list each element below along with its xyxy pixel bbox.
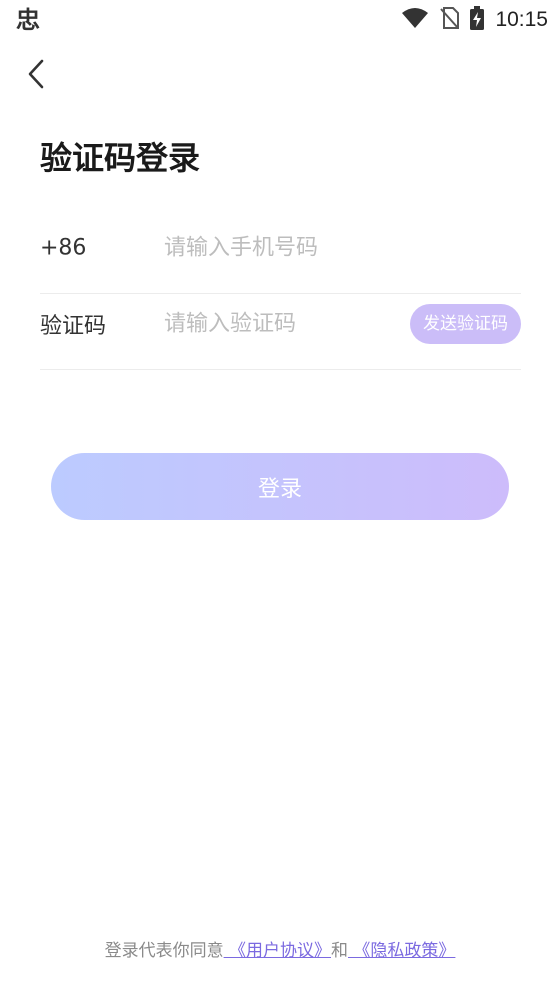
code-label: 验证码 <box>40 313 107 339</box>
chevron-left-icon <box>27 59 45 93</box>
wifi-icon <box>401 7 429 33</box>
login-button[interactable]: 登录 <box>51 453 509 520</box>
phone-input[interactable] <box>164 235 394 260</box>
status-time: 10:15 <box>495 8 548 31</box>
app-notification-icon: 忠 <box>16 6 40 34</box>
agreement-prefix: 登录代表你同意 <box>104 941 224 961</box>
agreement-text: 登录代表你同意 《用户协议》和 《隐私政策》 <box>0 938 560 964</box>
code-row: 验证码 发送验证码 <box>40 278 521 370</box>
status-bar: 忠 10:15 <box>0 0 560 40</box>
user-agreement-link[interactable]: 《用户协议》 <box>224 941 331 961</box>
privacy-policy-link[interactable]: 《隐私政策》 <box>348 941 455 961</box>
no-sim-icon <box>439 6 460 34</box>
battery-charging-icon <box>469 6 485 34</box>
send-code-button[interactable]: 发送验证码 <box>410 303 521 344</box>
agreement-conjunction: 和 <box>331 941 348 961</box>
back-button[interactable] <box>18 58 54 94</box>
page-title: 验证码登录 <box>40 139 201 177</box>
code-input[interactable] <box>164 311 394 336</box>
status-icons: 10:15 <box>401 6 548 34</box>
country-code-label: +86 <box>40 235 87 260</box>
